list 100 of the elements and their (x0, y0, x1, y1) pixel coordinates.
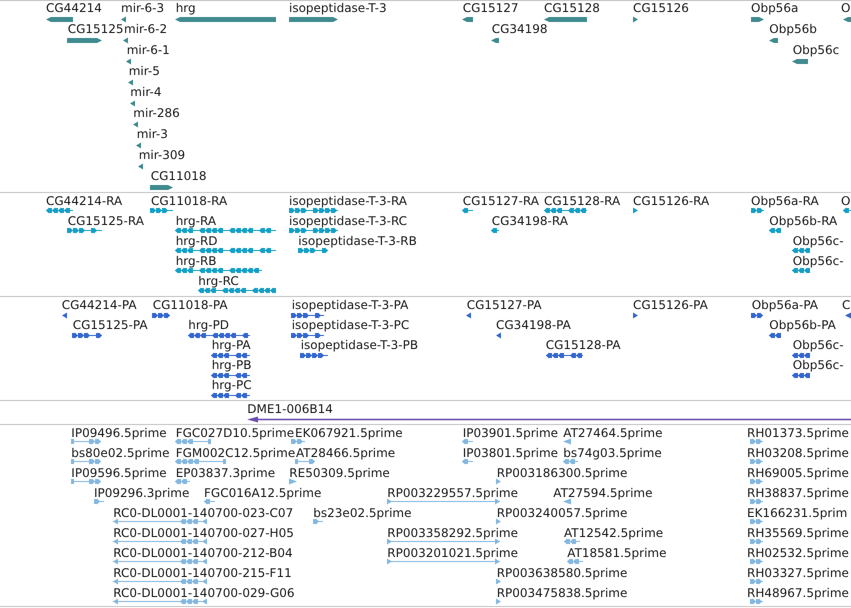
gene-label: mir-3 (136, 127, 168, 141)
gene-label: mir-6-1 (126, 43, 170, 57)
transcript-label: isopeptidase-T-3-RC (289, 214, 408, 228)
protein-label: CG15128-PA (546, 338, 621, 352)
est-label: RE50309.5prime (289, 466, 390, 480)
protein-label: hrg-PD (188, 318, 230, 332)
gene-label: CG34198 (492, 22, 548, 36)
transcript-label: hrg-RD (176, 234, 218, 248)
est-label: IP03901.5prime (462, 426, 558, 440)
est-label: RC0-DL0001-140700-215-F11 (113, 566, 292, 580)
est-label: FGC016A12.5prime (204, 486, 322, 500)
transcript-label: hrg-RA (176, 214, 216, 228)
transcript-label: CG15125-RA (68, 214, 144, 228)
est-label: RP003240057.5prime (496, 506, 628, 520)
est-label: bs80e02.5prime (71, 446, 170, 460)
protein-label: Obp56c- (792, 358, 844, 372)
protein-label: Obp56b-PA (769, 318, 836, 332)
est-label: RH01373.5prime (747, 426, 849, 440)
est-label: RH03208.5prime (747, 446, 849, 460)
gene-label: Obp56b (769, 22, 817, 36)
gene-label: mir-6-2 (124, 22, 168, 36)
transcript-label: CG44214-RA (46, 194, 122, 208)
protein-label: isopeptidase-T-3-PA (292, 298, 408, 312)
protein-label: hrg-PA (212, 338, 251, 352)
est-label: EK067921.5prime (295, 426, 403, 440)
protein-label: CG11018-PA (152, 298, 228, 312)
gene-label: mir-4 (130, 85, 162, 99)
est-label: FGM002C12.5prime (176, 446, 296, 460)
transcript-label: hrg-RC (198, 274, 239, 288)
est-label: EK166231.5prim (747, 506, 848, 520)
gene-label: mir-286 (133, 106, 180, 120)
est-label: IP09296.3prime (94, 486, 190, 500)
transcript-label: Obp56a-RA (751, 194, 819, 208)
est-label: FGC027D10.5prime (176, 426, 294, 440)
transcript-label: hrg-RB (176, 254, 217, 268)
clone-label: DME1-006B14 (247, 402, 333, 416)
est-label: RH35569.5prime (747, 526, 849, 540)
protein-label: hrg-PC (212, 378, 252, 392)
est-label: bs74g03.5prime (563, 446, 662, 460)
transcript-label: CG15127-RA (462, 194, 539, 208)
protein-label: CG15126-PA (633, 298, 708, 312)
protein-label: CG44214-PA (62, 298, 137, 312)
transcript-label: O (841, 194, 850, 208)
protein-label: isopeptidase-T-3-PB (300, 338, 418, 352)
transcript-label: CG15126-RA (633, 194, 710, 208)
gene-label: CG44214 (46, 1, 102, 15)
est-label: RC0-DL0001-140700-212-B04 (113, 546, 293, 560)
protein-label: Obp56c- (792, 338, 844, 352)
est-label: EP03837.3prime (176, 466, 276, 480)
gene-label: CG15125 (68, 22, 124, 36)
transcript-label: isopeptidase-T-3-RB (298, 234, 417, 248)
protein-label: C (842, 298, 850, 312)
gene-label: CG15128 (544, 1, 600, 15)
est-label: RP003229557.5prime (387, 486, 518, 500)
est-label: AT12542.5prime (564, 526, 664, 540)
est-label: RH69005.5prime (747, 466, 849, 480)
est-label: RP003638580.5prime (496, 566, 628, 580)
transcript-label: CG11018-RA (151, 194, 228, 208)
gene-label: CG11018 (150, 169, 207, 183)
gene-label: CG15127 (462, 1, 519, 15)
est-label: AT28466.5prime (296, 446, 396, 460)
est-label: bs23e02.5prime (313, 506, 412, 520)
est-label: AT27594.5prime (553, 486, 652, 500)
protein-label: CG15125-PA (72, 318, 148, 332)
est-label: AT18581.5prime (567, 546, 666, 560)
gene-label: O (841, 1, 850, 15)
est-label: IP09596.5prime (71, 466, 167, 480)
transcript-label: Obp56c- (792, 254, 844, 268)
est-label: IP09496.5prime (71, 426, 167, 440)
est-label: RP003186300.5prime (496, 466, 628, 480)
est-label: RP003475838.5prime (496, 586, 628, 600)
est-label: RC0-DL0001-140700-029-G06 (113, 586, 295, 600)
est-label: IP03801.5prime (462, 446, 558, 460)
transcript-label: Obp56b-RA (769, 214, 838, 228)
protein-label: Obp56a-PA (752, 298, 818, 312)
gene-label: Obp56a (751, 1, 798, 15)
est-label: RH48967.5prime (747, 586, 849, 600)
est-label: RH38837.5prime (747, 486, 849, 500)
est-label: RH03327.5prime (747, 566, 849, 580)
protein-label: CG15127-PA (466, 298, 542, 312)
gene-label: hrg (176, 1, 196, 15)
est-label: RH02532.5prime (747, 546, 849, 560)
est-label: RP003358292.5prime (387, 526, 518, 540)
gene-label: mir-6-3 (121, 1, 164, 15)
gene-label: CG15126 (633, 1, 689, 15)
transcript-label: CG15128-RA (544, 194, 620, 208)
transcript-label: Obp56c- (792, 234, 844, 248)
transcript-label: isopeptidase-T-3-RA (289, 194, 408, 208)
gene-label: mir-309 (138, 148, 186, 162)
est-label: RC0-DL0001-140700-023-C07 (113, 506, 294, 520)
gene-label: isopeptidase-T-3 (289, 1, 387, 15)
est-label: AT27464.5prime (563, 426, 662, 440)
est-label: RP003201021.5prime (387, 546, 518, 560)
est-label: RC0-DL0001-140700-027-H05 (113, 526, 294, 540)
protein-label: hrg-PB (212, 358, 252, 372)
gene-label: Obp56c (792, 43, 840, 57)
transcript-label: CG34198-RA (492, 214, 568, 228)
gene-label: mir-5 (128, 64, 160, 78)
protein-label: CG34198-PA (496, 318, 571, 332)
protein-label: isopeptidase-T-3-PC (292, 318, 410, 332)
